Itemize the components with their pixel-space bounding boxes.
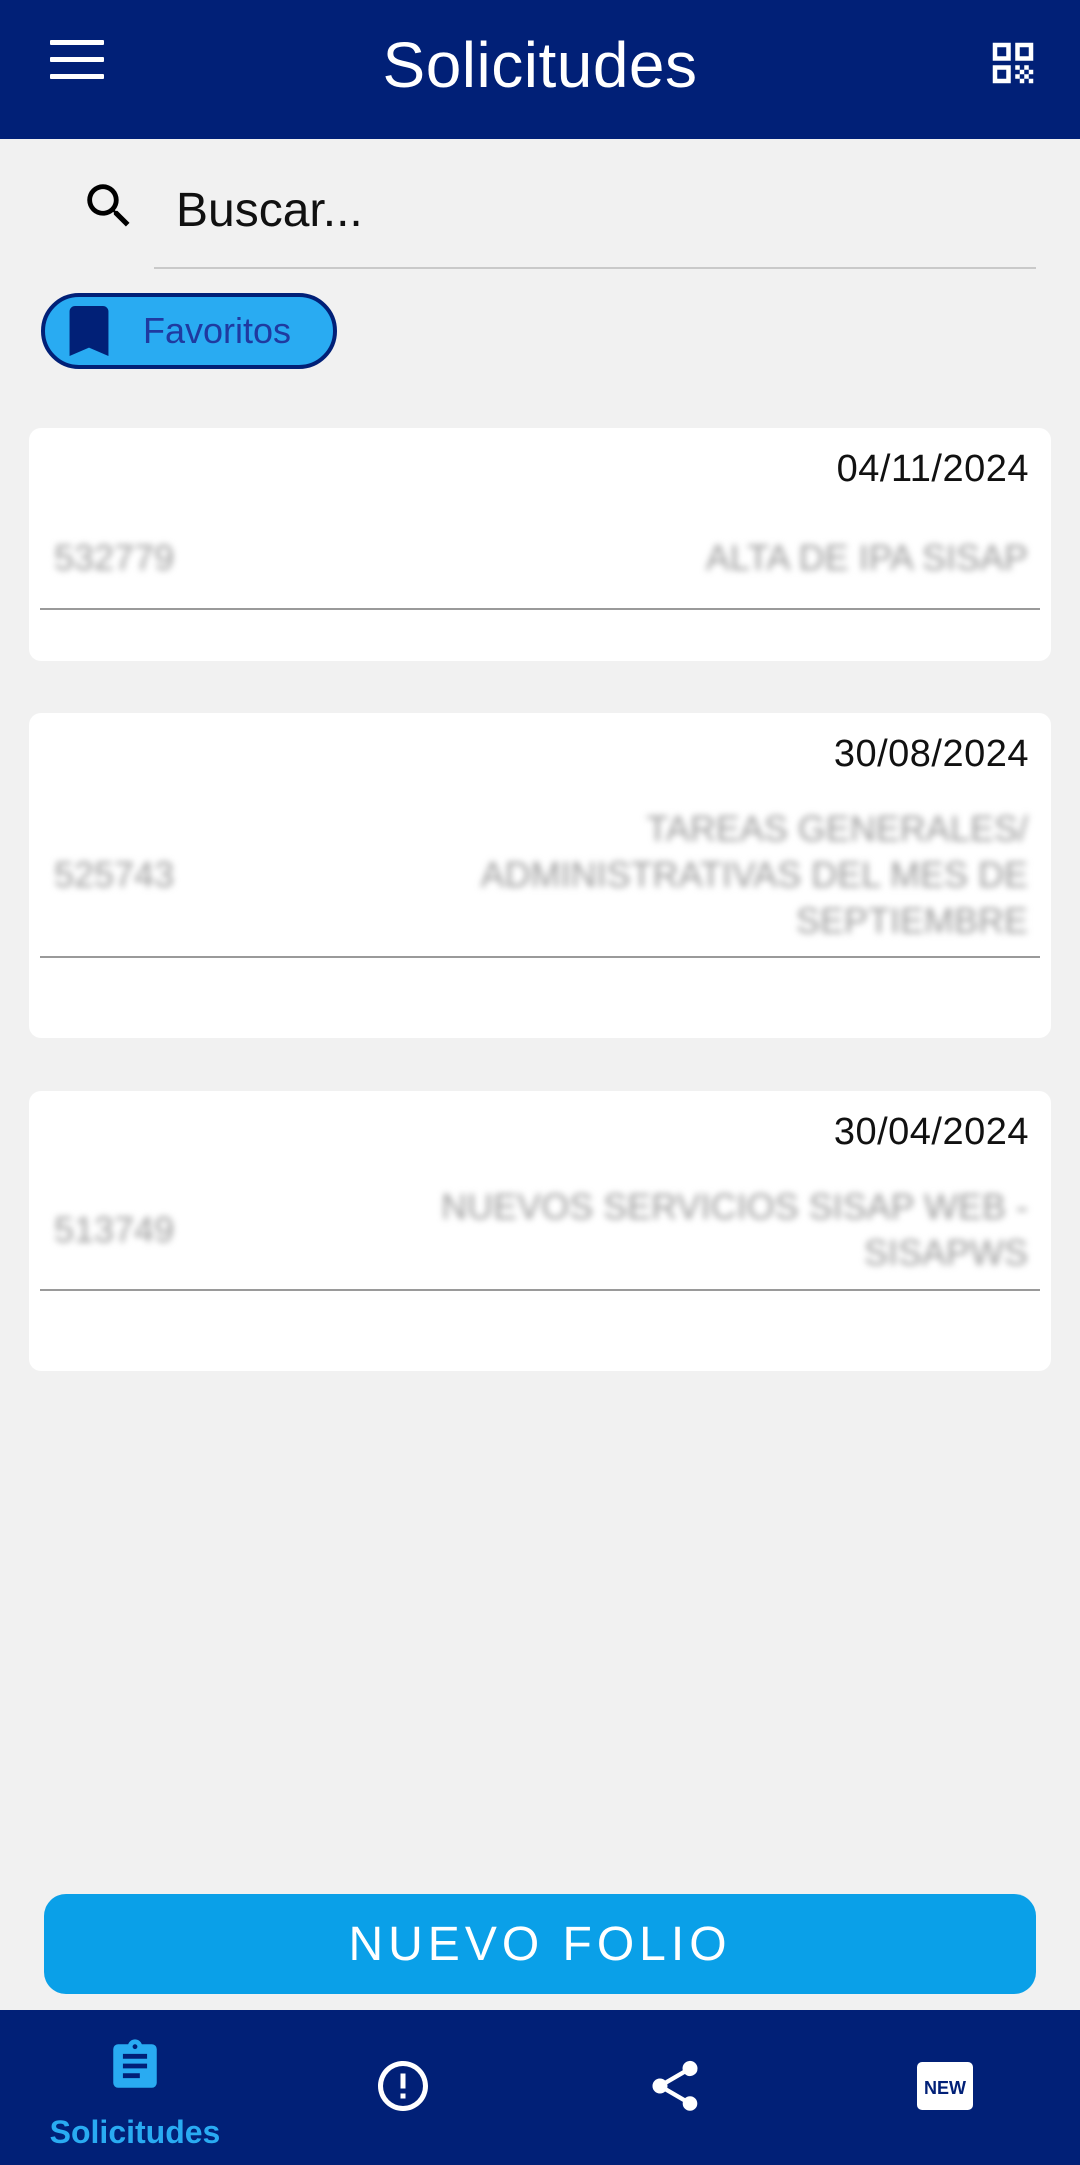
clipboard-icon <box>113 2039 157 2088</box>
favorites-chip-label: Favoritos <box>143 310 292 351</box>
app-bar: Solicitudes <box>0 0 1080 139</box>
new-folio-button[interactable]: NUEVO FOLIO <box>44 1894 1036 1994</box>
request-description: ALTA DE IPA SISAP <box>705 537 1028 578</box>
request-row: 532779 ALTA DE IPA SISAP <box>40 508 1040 610</box>
request-date: 30/08/2024 <box>833 733 1029 775</box>
request-date: 30/04/2024 <box>833 1111 1029 1153</box>
nav-item-share[interactable] <box>540 2010 810 2165</box>
request-description: NUEVOS SERVICIOS SISAP WEB - SISAPWS <box>441 1186 1028 1273</box>
share-icon <box>652 2060 698 2111</box>
request-row: 513749 NUEVOS SERVICIOS SISAP WEB - SISA… <box>40 1171 1040 1291</box>
request-row: 525743 TAREAS GENERALES/ ADMINISTRATIVAS… <box>40 793 1040 958</box>
nav-item-new[interactable]: NEW <box>810 2010 1080 2165</box>
request-folio: 532779 <box>54 537 175 578</box>
request-folio: 525743 <box>54 853 175 895</box>
request-card[interactable]: 30/08/2024 525743 TAREAS GENERALES/ ADMI… <box>29 713 1051 1038</box>
request-card[interactable]: 30/04/2024 513749 NUEVOS SERVICIOS SISAP… <box>29 1091 1051 1371</box>
search-input[interactable] <box>154 169 1036 269</box>
new-badge-icon: NEW <box>917 2062 973 2110</box>
request-description: TAREAS GENERALES/ ADMINISTRATIVAS DEL ME… <box>480 807 1028 941</box>
request-date: 04/11/2024 <box>836 448 1029 490</box>
svg-text:NEW: NEW <box>924 2078 966 2098</box>
request-folio: 513749 <box>54 1209 175 1250</box>
qr-code-icon <box>992 42 1034 84</box>
qr-code-button[interactable] <box>986 36 1040 90</box>
search-bar <box>0 139 1080 269</box>
favorites-filter-chip[interactable]: Favoritos <box>41 293 337 369</box>
request-card[interactable]: 04/11/2024 532779 ALTA DE IPA SISAP <box>29 428 1051 661</box>
bookmark-icon <box>69 306 109 356</box>
alert-circle-icon <box>378 2061 428 2111</box>
nav-item-label: Solicitudes <box>49 2114 221 2150</box>
nav-item-solicitudes[interactable]: Solicitudes <box>0 2010 270 2165</box>
nav-item-alerts[interactable] <box>270 2010 540 2165</box>
search-icon <box>87 184 130 227</box>
page-title: Solicitudes <box>382 29 698 101</box>
bottom-navigation: Solicitudes NEW <box>0 2010 1080 2165</box>
